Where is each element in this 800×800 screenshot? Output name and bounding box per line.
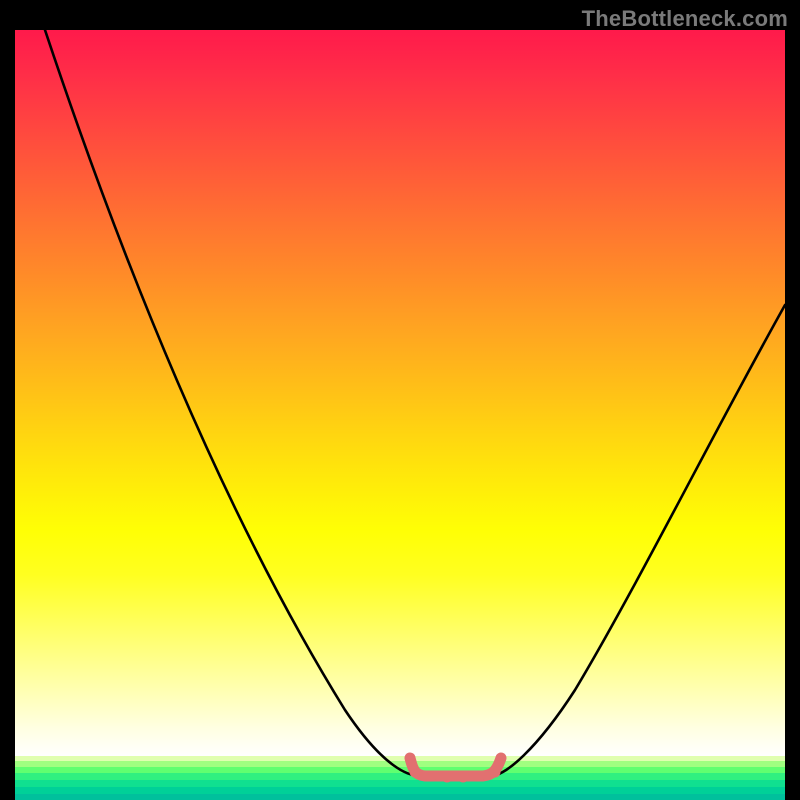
gradient-background <box>15 30 785 756</box>
green-band <box>15 773 785 780</box>
green-band <box>15 780 785 787</box>
chart-frame <box>15 30 785 800</box>
green-band <box>15 794 785 800</box>
plot-area <box>15 30 785 800</box>
green-band <box>15 787 785 794</box>
watermark-text: TheBottleneck.com <box>582 6 788 32</box>
